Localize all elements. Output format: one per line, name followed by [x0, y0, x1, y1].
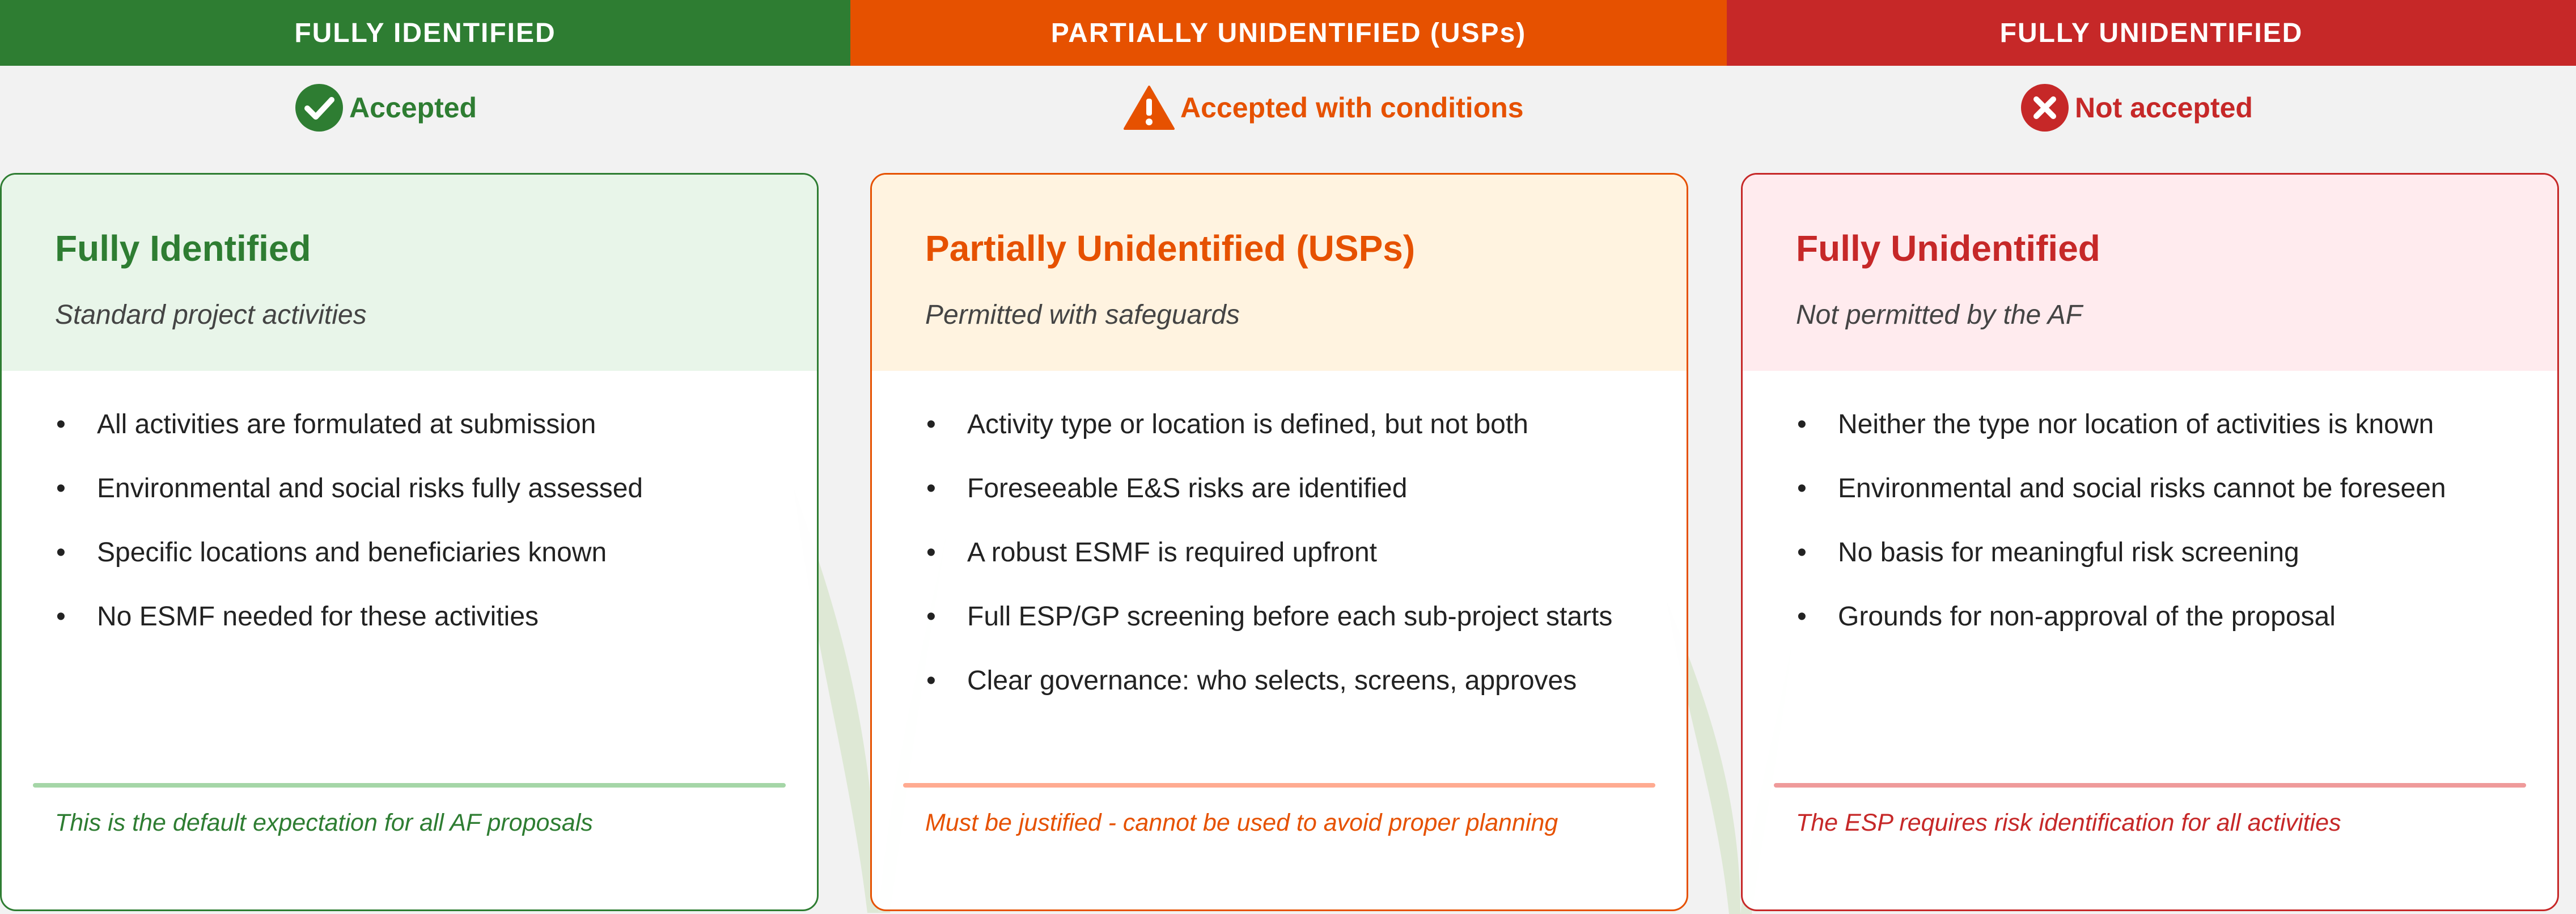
card-fully-identified: Fully Identified Standard project activi…	[0, 173, 819, 911]
warning-triangle-icon	[1124, 86, 1175, 130]
card-title: Partially Unidentified (USPs)	[925, 228, 1416, 269]
status-label: Not accepted	[2075, 92, 2253, 124]
divider	[1774, 783, 2526, 788]
card-bullet-list: Activity type or location is defined, bu…	[872, 371, 1687, 705]
card-title: Fully Unidentified	[1796, 228, 2100, 269]
card-bullet-list: All activities are formulated at submiss…	[2, 371, 817, 641]
check-circle-icon	[295, 84, 343, 132]
list-item: Specific locations and beneficiaries kno…	[56, 528, 783, 577]
header-partially-unidentified: PARTIALLY UNIDENTIFIED (USPs)	[850, 0, 1727, 66]
list-item: Environmental and social risks fully ass…	[56, 464, 783, 513]
divider	[33, 783, 786, 788]
x-circle-icon	[2021, 84, 2069, 132]
card-partially-unidentified: Partially Unidentified (USPs) Permitted …	[870, 173, 1688, 911]
status-accepted-with-conditions: Accepted with conditions	[1124, 79, 1524, 136]
header-fully-unidentified: FULLY UNIDENTIFIED	[1727, 0, 2576, 66]
card-header: Fully Identified Standard project activi…	[2, 175, 817, 371]
status-not-accepted: Not accepted	[2020, 79, 2253, 136]
list-item: Grounds for non-approval of the proposal	[1797, 593, 2523, 641]
header-fully-identified: FULLY IDENTIFIED	[0, 0, 850, 66]
header-label: PARTIALLY UNIDENTIFIED (USPs)	[1050, 18, 1527, 48]
card-bullet-list: Neither the type nor location of activit…	[1743, 371, 2557, 641]
list-item: No basis for meaningful risk screening	[1797, 528, 2523, 577]
card-subtitle: Standard project activities	[55, 300, 367, 330]
list-item: Activity type or location is defined, bu…	[926, 400, 1653, 449]
list-item: Foreseeable E&S risks are identified	[926, 464, 1653, 513]
list-item: No ESMF needed for these activities	[56, 593, 783, 641]
header-label: FULLY UNIDENTIFIED	[1999, 18, 2303, 48]
list-item: Full ESP/GP screening before each sub-pr…	[926, 593, 1653, 641]
card-subtitle: Not permitted by the AF	[1796, 300, 2083, 330]
card-header: Fully Unidentified Not permitted by the …	[1743, 175, 2557, 371]
status-label: Accepted with conditions	[1180, 92, 1524, 124]
list-item: All activities are formulated at submiss…	[56, 400, 783, 449]
status-accepted: Accepted	[295, 79, 477, 136]
list-item: Environmental and social risks cannot be…	[1797, 464, 2523, 513]
header-label: FULLY IDENTIFIED	[294, 18, 556, 48]
divider	[903, 783, 1655, 788]
card-footer-note: This is the default expectation for all …	[55, 809, 593, 836]
status-label: Accepted	[349, 92, 477, 124]
list-item: A robust ESMF is required upfront	[926, 528, 1653, 577]
card-footer-note: The ESP requires risk identification for…	[1796, 809, 2341, 836]
card-footer-note: Must be justified - cannot be used to av…	[925, 809, 1558, 836]
list-item: Clear governance: who selects, screens, …	[926, 657, 1653, 705]
card-title: Fully Identified	[55, 228, 311, 269]
card-fully-unidentified: Fully Unidentified Not permitted by the …	[1741, 173, 2559, 911]
card-header: Partially Unidentified (USPs) Permitted …	[872, 175, 1687, 371]
list-item: Neither the type nor location of activit…	[1797, 400, 2523, 449]
card-subtitle: Permitted with safeguards	[925, 300, 1240, 330]
